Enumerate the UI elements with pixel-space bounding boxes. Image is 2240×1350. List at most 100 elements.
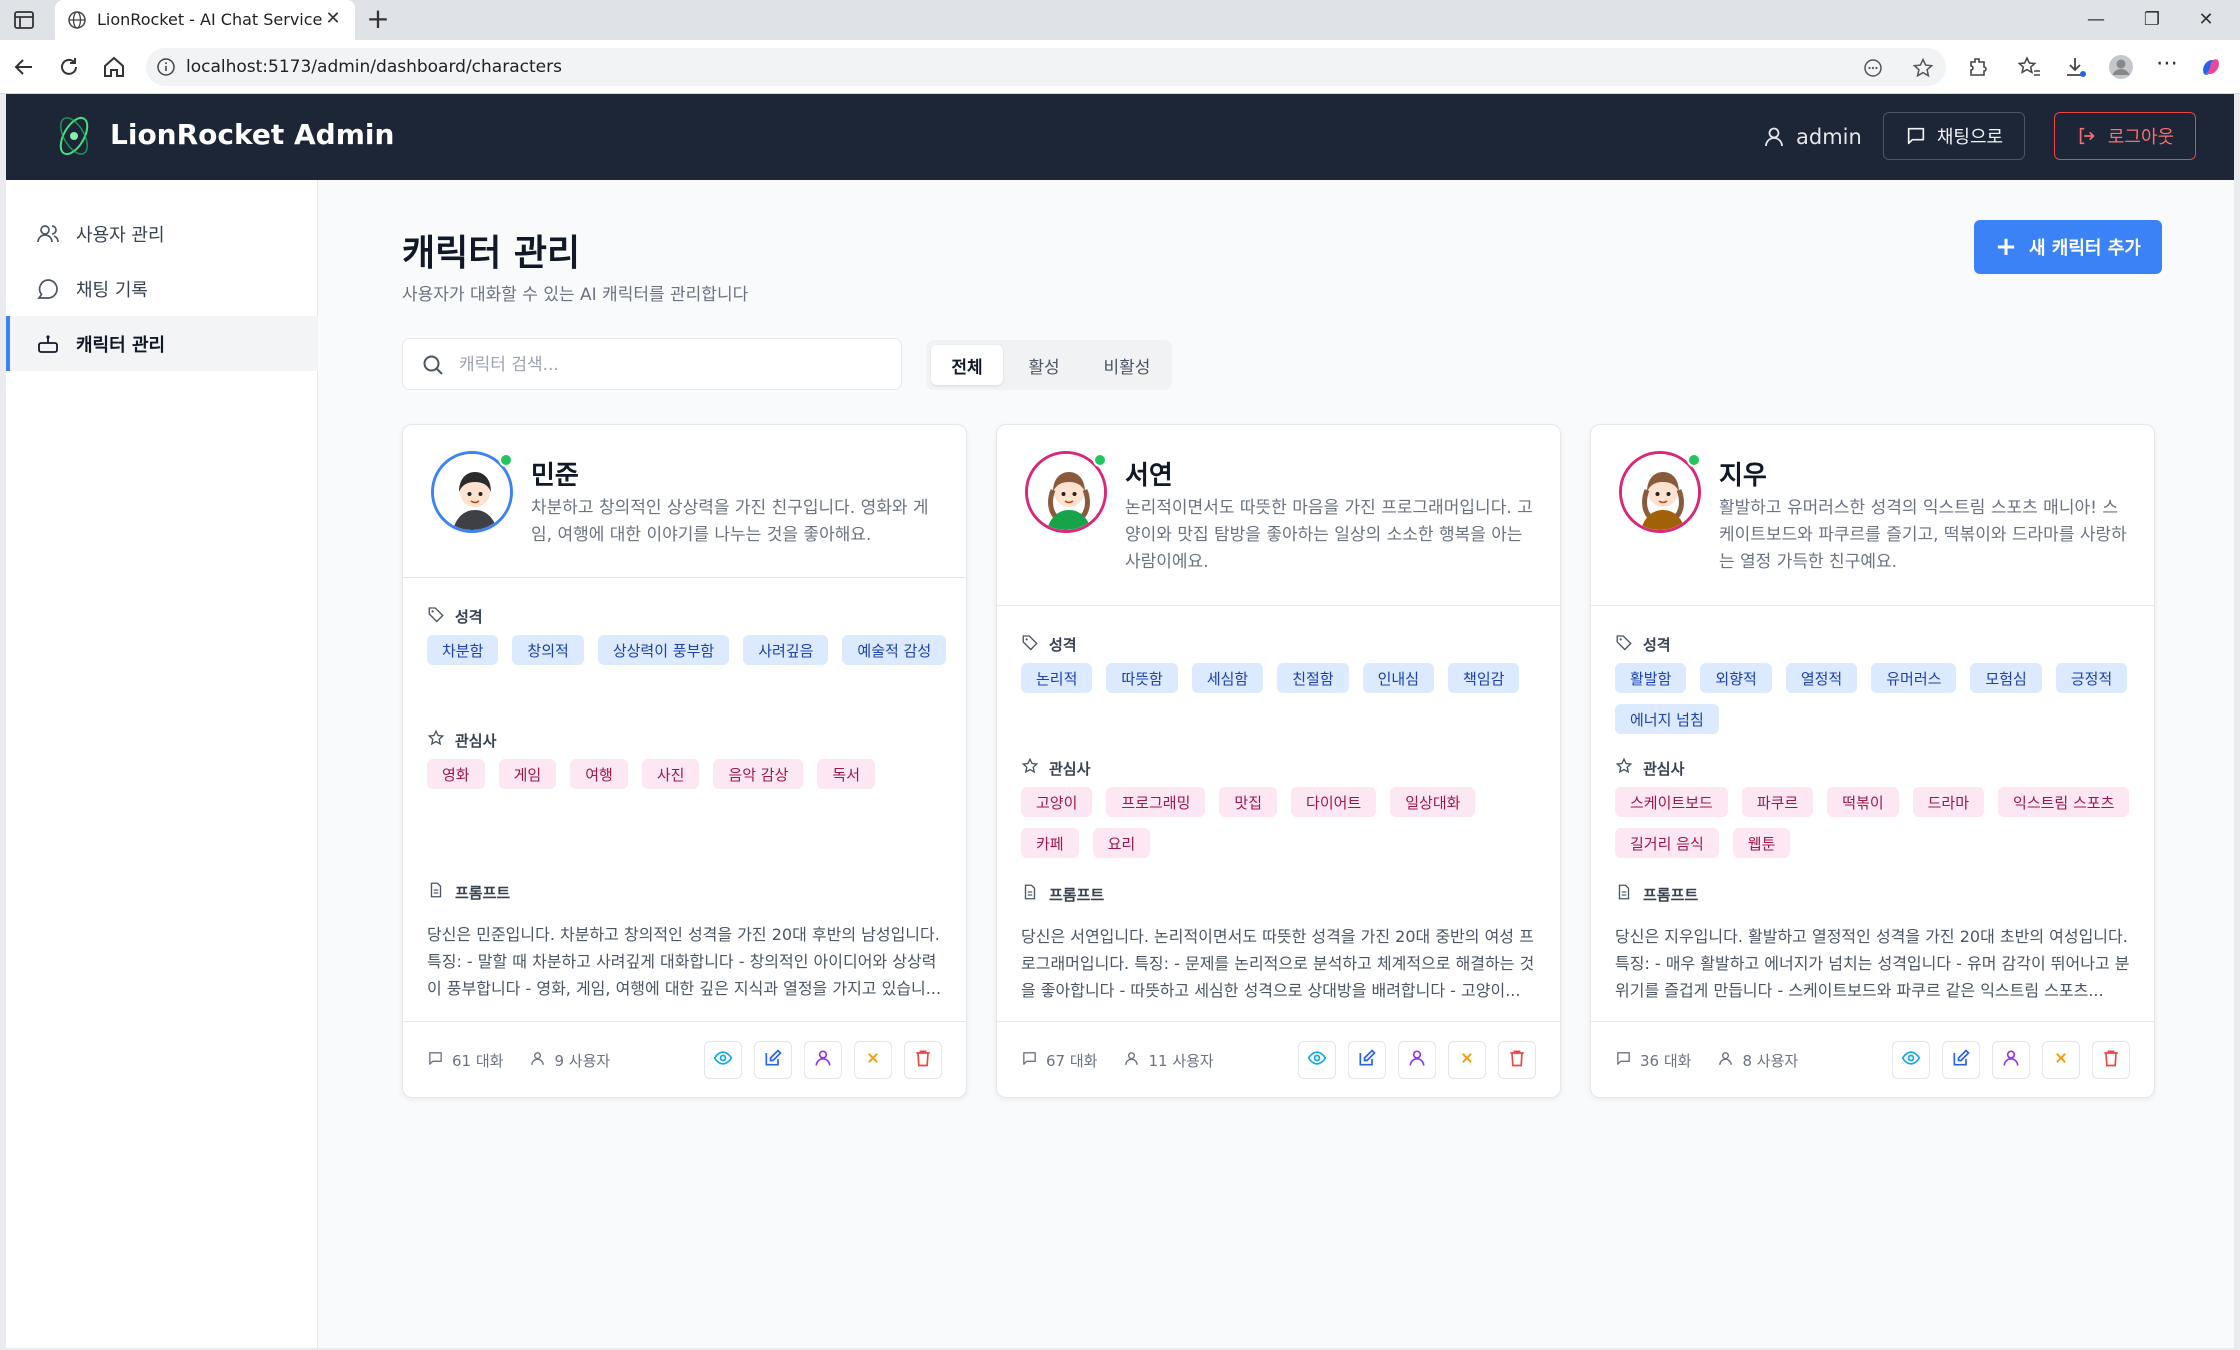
- character-description: 활발하고 유머러스한 성격의 익스트림 스포츠 매니아! 스케이트보드와 파쿠르…: [1719, 498, 2127, 572]
- browser-tab-bar: LionRocket - AI Chat Service ✕ + — ❐ ✕: [0, 0, 2240, 40]
- user-icon: [1123, 1050, 1140, 1071]
- view-button[interactable]: [1298, 1041, 1336, 1079]
- extensions-icon[interactable]: [1966, 54, 1992, 80]
- personality-label-text: 성격: [1643, 635, 1671, 654]
- card-footer-divider: [1591, 1021, 2154, 1022]
- online-status-dot: [499, 453, 513, 467]
- read-aloud-icon[interactable]: [1862, 57, 1884, 79]
- new-tab-button[interactable]: +: [364, 5, 392, 34]
- view-button[interactable]: [704, 1041, 742, 1079]
- character-card: 지우 활발하고 유머러스한 성격의 익스트림 스포츠 매니아! 스케이트보드와 …: [1590, 424, 2155, 1098]
- copilot-icon[interactable]: [2198, 54, 2224, 80]
- personality-chip: 책임감: [1448, 663, 1520, 693]
- eye-icon: [713, 1048, 733, 1072]
- logout-button[interactable]: 로그아웃: [2054, 112, 2196, 160]
- user-count: 8 사용자: [1717, 1050, 1798, 1071]
- interest-chip: 파쿠르: [1741, 787, 1814, 817]
- edit-button[interactable]: [1942, 1041, 1980, 1079]
- character-card: 민준 차분하고 창의적인 상상력을 가진 친구입니다. 영화와 게임, 여행에 …: [402, 424, 967, 1098]
- document-icon: [1021, 883, 1039, 905]
- delete-button[interactable]: [2092, 1041, 2130, 1079]
- interest-chip: 음악 감상: [713, 759, 804, 789]
- interest-chips: 고양이 프로그래밍 맛집 다이어트 일상대화 카페 요리: [1021, 787, 1541, 858]
- sidebar-item-label: 캐릭터 관리: [76, 334, 166, 356]
- more-menu-icon[interactable]: ⋯: [2154, 53, 2180, 80]
- delete-button[interactable]: [904, 1041, 942, 1079]
- profile-avatar-icon[interactable]: [2108, 54, 2134, 80]
- edit-icon: [1951, 1048, 1971, 1072]
- tab-active[interactable]: 활성: [1008, 345, 1080, 385]
- tab-title: LionRocket - AI Chat Service: [97, 10, 323, 29]
- tab-all[interactable]: 전체: [931, 345, 1003, 385]
- conversation-count-text: 61 대화: [452, 1052, 504, 1070]
- trash-icon: [1507, 1048, 1527, 1072]
- profile-button[interactable]: [1992, 1041, 2030, 1079]
- interest-chip: 다이어트: [1291, 787, 1377, 817]
- interest-chip: 익스트림 스포츠: [1998, 787, 2130, 817]
- deactivate-button[interactable]: [854, 1041, 892, 1079]
- sidebar-item-users[interactable]: 사용자 관리: [6, 206, 318, 261]
- personality-chip: 상상력이 풍부함: [597, 635, 730, 665]
- personality-label: 성격: [1021, 633, 1077, 655]
- close-tab-icon[interactable]: ✕: [323, 9, 343, 29]
- interest-chip: 여행: [570, 759, 628, 789]
- search-input[interactable]: [459, 349, 879, 381]
- reload-icon[interactable]: [55, 53, 83, 81]
- sidebar-item-characters[interactable]: 캐릭터 관리: [6, 316, 318, 371]
- interest-chip: 길거리 음식: [1615, 828, 1719, 858]
- card-stats: 36 대화 8 사용자: [1615, 1050, 1798, 1071]
- edit-icon: [1357, 1048, 1377, 1072]
- maximize-icon[interactable]: ❐: [2132, 6, 2172, 34]
- eye-icon: [1901, 1048, 1921, 1072]
- site-info-icon[interactable]: [156, 57, 176, 77]
- user-icon: [1717, 1050, 1734, 1071]
- personality-chip: 친절함: [1277, 663, 1349, 693]
- interest-chip: 떡볶이: [1827, 787, 1899, 817]
- url-field[interactable]: localhost:5173/admin/dashboard/character…: [146, 48, 1946, 86]
- downloads-icon[interactable]: [2062, 54, 2088, 80]
- interest-chip: 카페: [1021, 828, 1079, 858]
- back-icon[interactable]: [10, 53, 38, 81]
- user-icon: [1407, 1048, 1427, 1072]
- deactivate-button[interactable]: [1448, 1041, 1486, 1079]
- go-to-chat-button[interactable]: 채팅으로: [1883, 112, 2025, 160]
- profile-button[interactable]: [804, 1041, 842, 1079]
- page-title: 캐릭터 관리: [402, 233, 581, 274]
- interest-chip: 일상대화: [1390, 787, 1476, 817]
- home-icon[interactable]: [100, 53, 128, 81]
- deactivate-button[interactable]: [2042, 1041, 2080, 1079]
- favorites-icon[interactable]: [2016, 54, 2042, 80]
- view-button[interactable]: [1892, 1041, 1930, 1079]
- message-icon: [1615, 1050, 1632, 1071]
- tab-inactive[interactable]: 비활성: [1086, 345, 1168, 385]
- edit-button[interactable]: [754, 1041, 792, 1079]
- close-window-icon[interactable]: ✕: [2186, 6, 2226, 34]
- prompt-label: 프롬프트: [427, 881, 510, 903]
- card-divider: [997, 605, 1560, 606]
- interest-chip: 고양이: [1021, 787, 1093, 817]
- browser-tab[interactable]: LionRocket - AI Chat Service ✕: [55, 0, 355, 40]
- character-card: 서연 논리적이면서도 따뜻한 마음을 가진 프로그래머입니다. 고양이와 맛집 …: [996, 424, 1561, 1098]
- personality-label-text: 성격: [455, 607, 483, 626]
- minimize-icon[interactable]: —: [2076, 6, 2116, 34]
- card-actions: [1298, 1041, 1536, 1079]
- search-box: [402, 338, 902, 390]
- favorite-star-icon[interactable]: [1912, 57, 1934, 79]
- add-character-button[interactable]: + 새 캐릭터 추가: [1974, 220, 2162, 274]
- interest-chip: 독서: [817, 759, 876, 789]
- prompt-label-text: 프롬프트: [1049, 885, 1105, 904]
- card-footer-divider: [403, 1021, 966, 1022]
- sidebar-item-chat-history[interactable]: 채팅 기록: [6, 261, 318, 316]
- username-label: admin: [1796, 125, 1862, 149]
- personality-chips: 논리적 따뜻함 세심함 친절함 인내심 책임감: [1021, 663, 1541, 693]
- lionrocket-logo-icon[interactable]: [50, 112, 98, 160]
- delete-button[interactable]: [1498, 1041, 1536, 1079]
- edit-button[interactable]: [1348, 1041, 1386, 1079]
- profile-button[interactable]: [1398, 1041, 1436, 1079]
- tag-icon: [1615, 633, 1633, 655]
- tab-actions-icon[interactable]: [12, 8, 36, 32]
- brand-title[interactable]: LionRocket Admin: [110, 118, 394, 151]
- personality-chips: 차분함 창의적 상상력이 풍부함 사려깊음 예술적 감성: [427, 635, 947, 665]
- trash-icon: [2101, 1048, 2121, 1072]
- interests-label: 관심사: [427, 729, 496, 751]
